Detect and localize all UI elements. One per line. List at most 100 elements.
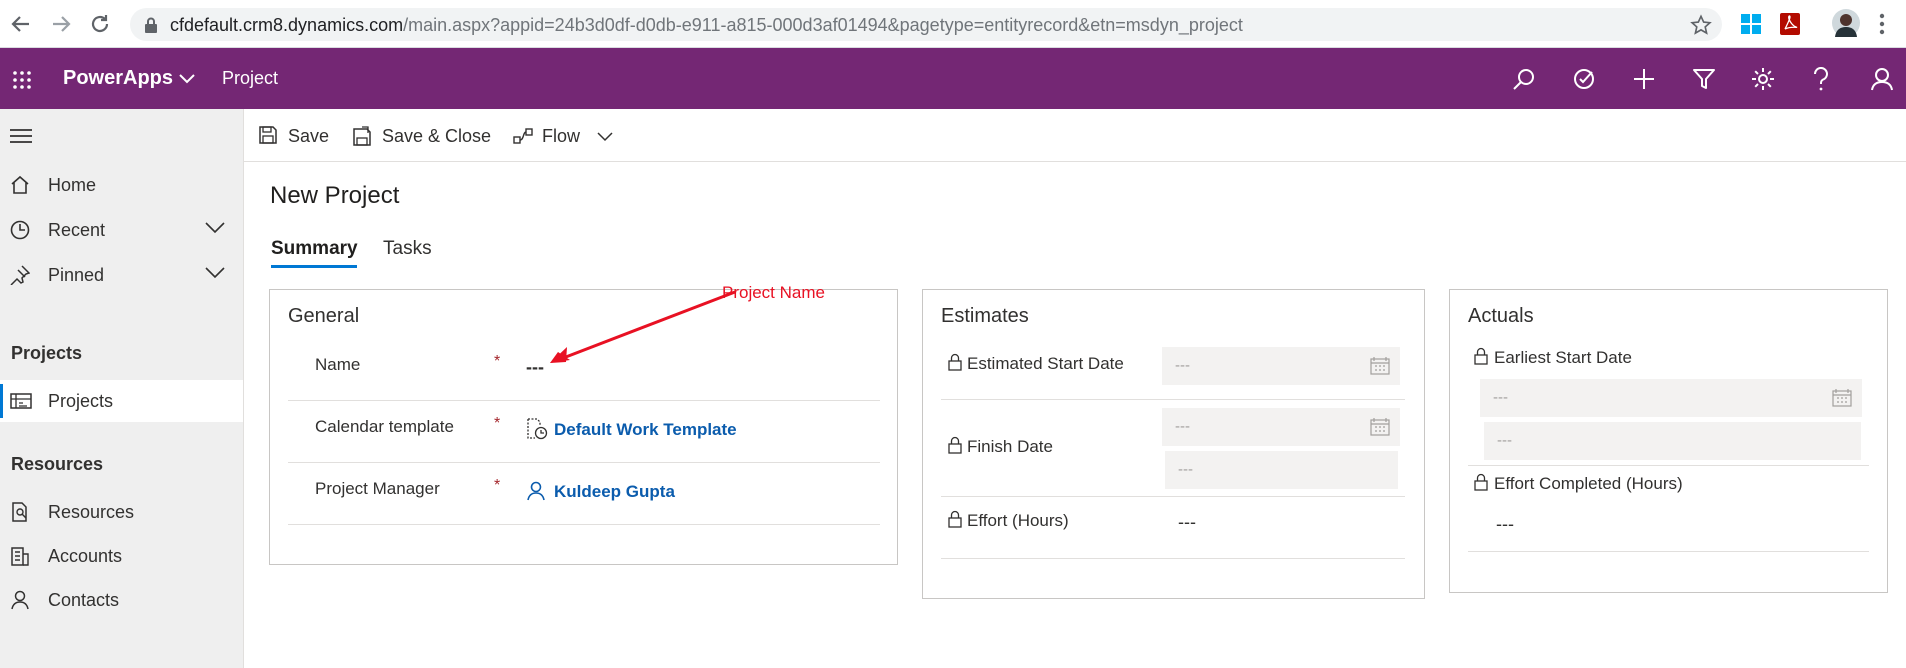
address-bar[interactable]: cfdefault.crm8.dynamics.com/main.aspx?ap… <box>130 8 1722 41</box>
clock-icon <box>10 220 30 240</box>
sidebar-section-resources: Resources <box>11 454 104 474</box>
entity-breadcrumb[interactable]: Project <box>222 68 278 89</box>
effort-hours-value[interactable]: --- <box>1178 512 1196 533</box>
lock-icon[interactable] <box>144 17 158 33</box>
lock-icon <box>948 510 962 528</box>
required-marker: * <box>494 353 501 370</box>
finish-time-input[interactable]: --- <box>1165 451 1398 489</box>
finish-date-input[interactable]: --- <box>1162 408 1400 446</box>
pdf-extension-icon[interactable] <box>1779 12 1801 36</box>
section-title: Estimates <box>941 305 1029 327</box>
placeholder: --- <box>1178 461 1193 478</box>
url-path: /main.aspx?appid=24b3d0df-d0db-e911-a815… <box>403 15 1243 35</box>
flow-button[interactable]: Flow <box>513 123 623 149</box>
calendar-template-label: Calendar template <box>315 417 454 436</box>
calendar-template-icon <box>526 418 548 440</box>
user-account-icon[interactable] <box>1870 67 1894 91</box>
search-icon[interactable] <box>1512 67 1536 91</box>
chevron-down-icon[interactable] <box>179 74 195 84</box>
projects-icon <box>10 391 32 411</box>
pin-icon <box>10 265 30 285</box>
estimated-start-date-label: Estimated Start Date <box>967 354 1124 373</box>
save-icon <box>259 126 277 144</box>
url-host: cfdefault.crm8.dynamics.com <box>170 15 404 35</box>
tab-selected-underline <box>271 265 357 268</box>
app-launcher-icon[interactable] <box>12 70 32 90</box>
app-name[interactable]: PowerApps <box>63 67 173 90</box>
sidebar-item-recent[interactable]: Recent <box>0 209 243 251</box>
save-close-button[interactable]: Save & Close <box>353 123 493 149</box>
filter-icon[interactable] <box>1692 67 1716 91</box>
save-close-icon <box>353 126 373 146</box>
hamburger-menu-icon[interactable] <box>10 128 32 144</box>
earliest-start-date-label: Earliest Start Date <box>1494 348 1632 367</box>
lock-icon <box>1474 473 1488 491</box>
tab-tasks[interactable]: Tasks <box>383 238 432 260</box>
save-close-label: Save & Close <box>382 126 492 146</box>
reload-icon[interactable] <box>89 13 111 35</box>
lock-icon <box>948 353 962 371</box>
bookmark-star-icon[interactable] <box>1690 14 1712 36</box>
section-title: General <box>288 305 360 327</box>
estimated-start-date-input[interactable]: --- <box>1162 347 1400 385</box>
earliest-start-time-input[interactable]: --- <box>1484 422 1861 460</box>
project-manager-link[interactable]: Kuldeep Gupta <box>554 482 675 502</box>
field-divider <box>288 524 880 525</box>
sidebar-item-label: Pinned <box>48 265 105 285</box>
required-marker: * <box>494 477 501 494</box>
back-arrow-icon[interactable] <box>10 13 32 35</box>
placeholder: --- <box>1175 418 1190 435</box>
sidebar-item-label: Resources <box>48 502 135 522</box>
resources-icon <box>10 502 30 522</box>
command-bar: Save Save & Close Flow <box>244 109 1906 162</box>
task-complete-icon[interactable] <box>1572 67 1596 91</box>
lock-icon <box>1474 347 1488 365</box>
person-icon <box>526 481 546 501</box>
sidebar-item-label: Projects <box>48 391 114 411</box>
sidebar-item-label: Home <box>48 175 97 195</box>
settings-gear-icon[interactable] <box>1751 67 1775 91</box>
lock-icon <box>948 436 962 454</box>
forward-arrow-icon[interactable] <box>50 13 72 35</box>
plus-icon[interactable] <box>1632 67 1656 91</box>
flow-icon <box>513 127 533 145</box>
field-divider <box>941 399 1405 400</box>
profile-avatar[interactable] <box>1832 9 1860 37</box>
earliest-start-date-input[interactable]: --- <box>1480 379 1862 417</box>
save-button[interactable]: Save <box>259 123 334 149</box>
sidebar-item-accounts[interactable]: Accounts <box>0 535 243 577</box>
calendar-icon[interactable] <box>1370 357 1390 375</box>
help-question-icon[interactable] <box>1813 67 1829 91</box>
effort-hours-label: Effort (Hours) <box>967 511 1069 530</box>
sidebar-item-label: Contacts <box>48 590 120 610</box>
chevron-down-icon[interactable] <box>205 267 225 279</box>
sidebar-item-home[interactable]: Home <box>0 164 243 206</box>
chevron-down-icon[interactable] <box>205 222 225 234</box>
chevron-down-icon[interactable] <box>597 132 613 142</box>
field-divider <box>288 462 880 463</box>
sidebar-item-label: Accounts <box>48 546 123 566</box>
effort-completed-value[interactable]: --- <box>1496 514 1514 535</box>
sidebar-item-projects[interactable]: Projects <box>0 380 243 422</box>
url-text[interactable]: cfdefault.crm8.dynamics.com/main.aspx?ap… <box>170 15 1243 36</box>
sidebar-item-pinned[interactable]: Pinned <box>0 254 243 296</box>
effort-completed-label: Effort Completed (Hours) <box>1494 474 1683 493</box>
calendar-template-link[interactable]: Default Work Template <box>554 420 737 440</box>
tab-summary[interactable]: Summary <box>271 238 358 260</box>
flow-label: Flow <box>542 126 581 146</box>
field-divider <box>1468 551 1869 552</box>
sidebar: Home Recent Pinned Projects Projects Res… <box>0 109 244 668</box>
sidebar-item-resources[interactable]: Resources <box>0 491 243 533</box>
windows-extension-icon[interactable] <box>1740 13 1762 35</box>
calendar-icon[interactable] <box>1370 418 1390 436</box>
selected-indicator <box>0 384 3 418</box>
placeholder: --- <box>1175 357 1190 374</box>
estimates-section: Estimates Estimated Start Date --- Finis… <box>922 289 1425 599</box>
actuals-section: Actuals Earliest Start Date --- --- Effo… <box>1449 289 1888 593</box>
browser-menu-icon[interactable] <box>1879 13 1885 35</box>
browser-toolbar: cfdefault.crm8.dynamics.com/main.aspx?ap… <box>0 0 1906 48</box>
calendar-icon[interactable] <box>1832 389 1852 407</box>
sidebar-item-contacts[interactable]: Contacts <box>0 579 243 621</box>
sidebar-section-projects: Projects <box>11 343 83 363</box>
app-header: PowerApps Project <box>0 48 1906 109</box>
